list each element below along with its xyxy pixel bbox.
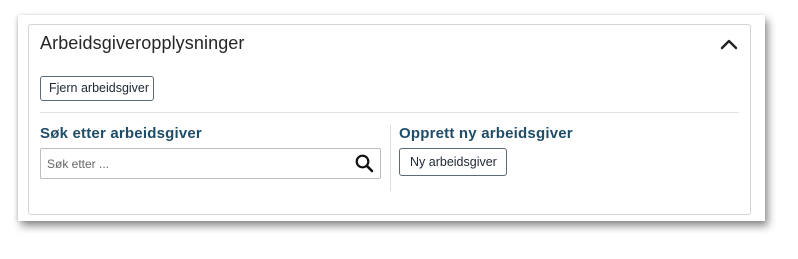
search-icon[interactable] [355, 154, 374, 173]
panel-title: Arbeidsgiveropplysninger [40, 33, 245, 53]
search-field[interactable] [40, 148, 381, 179]
remove-employer-button[interactable]: Fjern arbeidsgiver [40, 76, 154, 101]
new-employer-button[interactable]: Ny arbeidsgiver [399, 148, 507, 176]
column-divider [390, 125, 391, 191]
search-employer-heading: Søk etter arbeidsgiver [40, 125, 202, 142]
chevron-up-icon[interactable] [720, 37, 738, 51]
search-input[interactable] [41, 149, 347, 178]
employer-info-panel: Arbeidsgiveropplysninger Fjern arbeidsgi… [28, 24, 751, 215]
section-divider [40, 112, 739, 113]
card-shadow-frame: Arbeidsgiveropplysninger Fjern arbeidsgi… [18, 15, 765, 221]
create-employer-heading: Opprett ny arbeidsgiver [399, 125, 573, 142]
